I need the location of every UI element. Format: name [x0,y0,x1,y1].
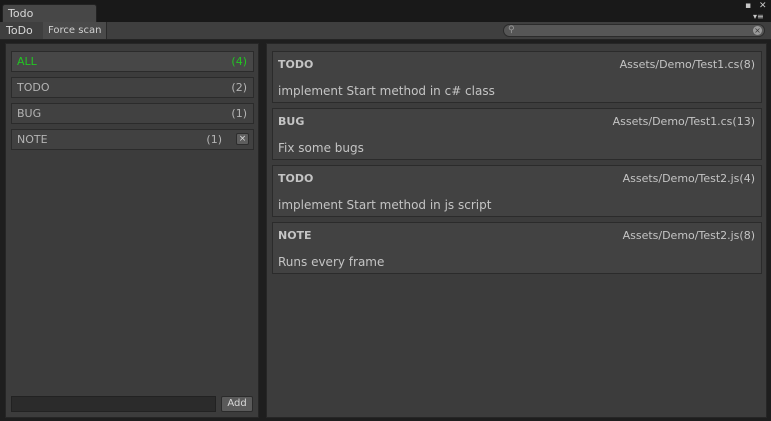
close-icon[interactable]: ✕ [759,2,767,11]
entries-panel: TODO Assets/Demo/Test1.cs(8) implement S… [266,43,767,418]
entry-card[interactable]: BUG Assets/Demo/Test1.cs(13) Fix some bu… [272,108,762,160]
add-button[interactable]: Add [221,396,253,412]
search-input[interactable] [520,25,748,36]
maximize-icon[interactable]: ▪ [745,2,751,11]
entry-card[interactable]: TODO Assets/Demo/Test2.js(4) implement S… [272,165,762,217]
category-label: BUG [17,107,42,120]
entry-file-path[interactable]: Assets/Demo/Test1.cs(13) [613,115,755,129]
category-todo[interactable]: TODO (2) [11,77,254,98]
clear-search-icon[interactable]: × [753,26,762,35]
tab-todo[interactable]: Todo [2,4,97,22]
category-label: ALL [17,55,37,68]
entry-text: implement Start method in c# class [278,84,495,98]
entry-type: TODO [278,58,314,71]
entry-type: NOTE [278,229,312,242]
search-icon: ⚲ [508,25,515,35]
category-count: (1) [231,107,247,120]
new-tag-input[interactable] [11,396,216,412]
entry-file-path[interactable]: Assets/Demo/Test2.js(8) [623,229,755,243]
delete-category-button[interactable]: × [236,133,249,145]
window-tab-strip: Todo ▪ ✕ ▾≡ [0,0,771,22]
category-count: (4) [231,55,247,68]
entry-text: Fix some bugs [278,141,364,155]
entry-text: implement Start method in js script [278,198,492,212]
category-bug[interactable]: BUG (1) [11,103,254,124]
category-all[interactable]: ALL (4) [11,51,254,72]
category-count: (2) [231,81,247,94]
toolbar-title: ToDo [6,24,33,37]
force-scan-button[interactable]: Force scan [43,22,108,39]
entry-text: Runs every frame [278,255,385,269]
category-panel: ALL (4) TODO (2) BUG (1) NOTE (1) × Add [5,43,259,418]
search-field[interactable]: ⚲ × [503,24,765,37]
entry-card[interactable]: NOTE Assets/Demo/Test2.js(8) Runs every … [272,222,762,274]
entry-type: BUG [278,115,305,128]
category-label: TODO [17,81,50,94]
tab-title: Todo [8,7,34,20]
category-label: NOTE [17,133,48,146]
category-count: (1) [206,133,222,146]
category-note[interactable]: NOTE (1) × [11,129,254,150]
entry-type: TODO [278,172,314,185]
entry-card[interactable]: TODO Assets/Demo/Test1.cs(8) implement S… [272,51,762,103]
menu-icon[interactable]: ▾≡ [753,12,764,21]
toolbar: ToDo Force scan ⚲ × [0,22,771,40]
entry-file-path[interactable]: Assets/Demo/Test2.js(4) [623,172,755,186]
entry-file-path[interactable]: Assets/Demo/Test1.cs(8) [620,58,755,72]
